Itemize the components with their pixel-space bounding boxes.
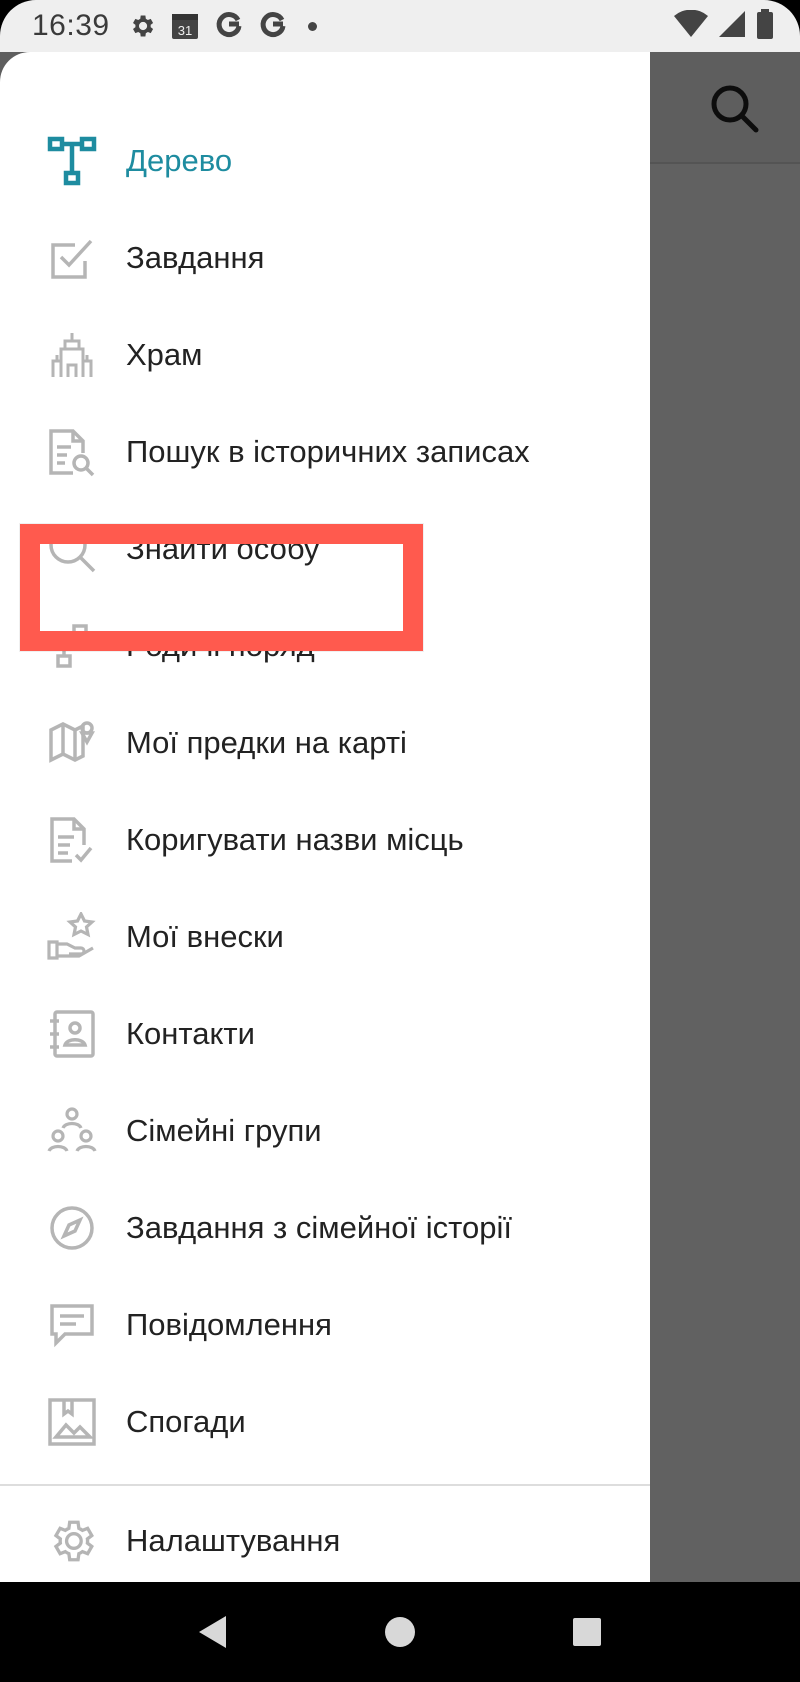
menu-item-tasks[interactable]: Завдання [0,209,650,306]
navigation-drawer: Дерево Завдання Храм Пошук в історичних … [0,52,650,1582]
menu-label: Завдання з сімейної історії [126,1209,512,1245]
dot-icon [307,21,317,31]
tasks-checkbox-icon [46,232,98,284]
menu-item-contributions[interactable]: Мої внески [0,888,650,985]
cell-signal-icon [718,10,746,43]
menu-label: Налаштування [126,1522,341,1558]
hand-star-icon [46,911,98,963]
menu-item-temple[interactable]: Храм [0,306,650,403]
menu-item-family-groups[interactable]: Сімейні групи [0,1082,650,1179]
contacts-book-icon [46,1008,98,1060]
memories-photo-icon [46,1396,98,1448]
compass-icon [46,1202,98,1254]
search-icon [46,523,98,575]
back-icon[interactable] [183,1602,243,1662]
temple-icon [46,329,98,381]
document-check-icon [46,814,98,866]
map-pin-icon [46,717,98,769]
google-icon [214,10,244,42]
menu-label: Пошук в історичних записах [126,433,530,469]
menu-item-memories[interactable]: Спогади [0,1373,650,1470]
wifi-icon [674,9,708,43]
status-time: 16:39 [32,9,110,42]
menu-item-fix-place-names[interactable]: Коригувати назви місць [0,791,650,888]
menu-item-relatives-nearby[interactable]: Родичі поряд [0,597,650,694]
status-right-icons [674,8,774,44]
menu-label: Знайти особу [126,530,320,566]
menu-label: Спогади [126,1403,246,1439]
drawer-menu: Дерево Завдання Храм Пошук в історичних … [0,112,650,1470]
home-icon[interactable] [370,1602,430,1662]
status-bar: 16:39 31 [0,0,800,52]
settings-row[interactable]: Налаштування [0,1492,650,1589]
menu-label: Сімейні групи [126,1112,322,1148]
message-icon [46,1299,98,1351]
menu-item-contacts[interactable]: Контакти [0,985,650,1082]
menu-label: Мої внески [126,918,284,954]
menu-item-family-history-tasks[interactable]: Завдання з сімейної історії [0,1179,650,1276]
menu-label: Контакти [126,1015,255,1051]
relatives-nearby-icon [46,620,98,672]
recents-icon[interactable] [557,1602,617,1662]
menu-label: Мої предки на карті [126,724,407,760]
drawer-divider [0,1484,650,1486]
calendar-day: 31 [177,23,191,38]
menu-label: Храм [126,336,203,372]
google-icon [258,10,288,42]
family-group-icon [46,1105,98,1157]
menu-label: Дерево [126,142,233,178]
menu-label: Коригувати назви місць [126,821,464,857]
calendar-icon: 31 [170,10,200,42]
menu-item-tree[interactable]: Дерево [0,112,650,209]
menu-item-messages[interactable]: Повідомлення [0,1276,650,1373]
menu-item-ancestors-map[interactable]: Мої предки на карті [0,694,650,791]
menu-label: Повідомлення [126,1306,332,1342]
phone-screen: 16:39 31 Дерево Завдання Храм Пошук в іс… [0,0,800,1682]
gear-icon [128,10,156,42]
android-nav-bar [0,1582,800,1682]
menu-label: Завдання [126,239,265,275]
tree-icon [46,135,98,187]
gear-icon [46,1515,98,1567]
battery-icon [756,8,774,44]
menu-item-find-person[interactable]: Знайти особу [0,500,650,597]
menu-item-records-search[interactable]: Пошук в історичних записах [0,403,650,500]
records-search-icon [46,426,98,478]
menu-item-settings[interactable]: Налаштування [0,1492,650,1589]
menu-label: Родичі поряд [126,627,315,663]
